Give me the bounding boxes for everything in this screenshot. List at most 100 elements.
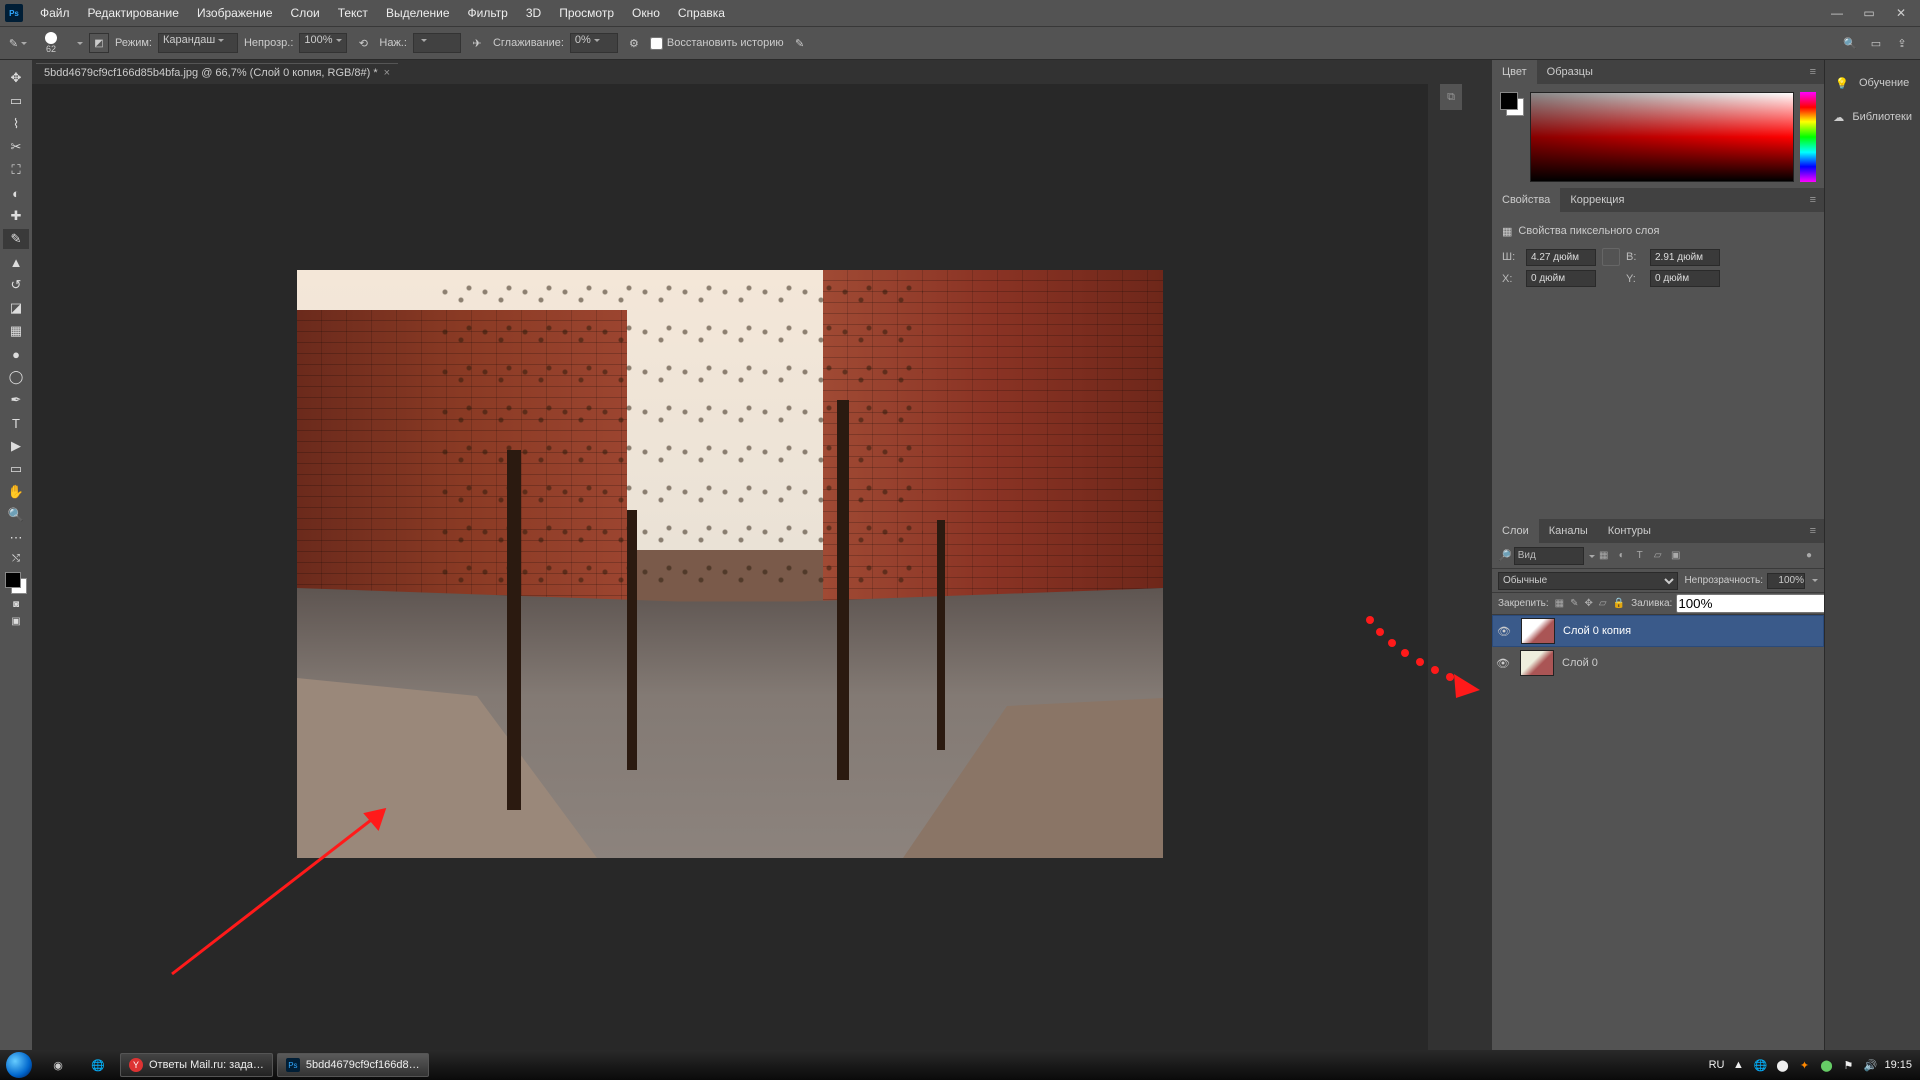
tab-paths[interactable]: Контуры	[1598, 519, 1661, 543]
tab-layers[interactable]: Слои	[1492, 519, 1539, 543]
filter-smart-icon[interactable]: ▣	[1667, 547, 1685, 565]
layer-thumbnail[interactable]	[1521, 618, 1555, 644]
share-icon[interactable]: ⇪	[1892, 33, 1912, 53]
prop-h-field[interactable]: 2.91 дюйм	[1650, 249, 1720, 266]
pressure-opacity-icon[interactable]: ⟲	[353, 33, 373, 53]
menu-image[interactable]: Изображение	[188, 6, 282, 20]
color-field[interactable]	[1530, 92, 1794, 182]
search-icon[interactable]: 🔍	[1840, 33, 1860, 53]
smoothing-select[interactable]: 0%	[570, 33, 618, 53]
lasso-tool[interactable]: ⌇	[3, 114, 29, 134]
tray-lang[interactable]: RU	[1709, 1059, 1725, 1071]
workspace-icon[interactable]: ▭	[1866, 33, 1886, 53]
filter-pixel-icon[interactable]: ▦	[1595, 547, 1613, 565]
quickmask-icon[interactable]: ◙	[7, 597, 25, 611]
menu-window[interactable]: Окно	[623, 6, 669, 20]
menu-3d[interactable]: 3D	[517, 6, 550, 20]
marquee-tool[interactable]: ▭	[3, 91, 29, 111]
history-brush-tool[interactable]: ↺	[3, 275, 29, 295]
taskbar-task-photoshop[interactable]: Ps 5bdd4679cf9cf166d8…	[277, 1053, 429, 1077]
swap-colors-icon[interactable]: ⤭	[7, 551, 25, 565]
document-tab[interactable]: 5bdd4679cf9cf166d85b4bfa.jpg @ 66,7% (Сл…	[36, 63, 398, 82]
stamp-tool[interactable]: ▲	[3, 252, 29, 272]
blur-tool[interactable]: ●	[3, 344, 29, 364]
menu-view[interactable]: Просмотр	[550, 6, 623, 20]
quick-select-tool[interactable]: ✂	[3, 137, 29, 157]
taskbar-pin-2[interactable]: 🌐	[78, 1052, 118, 1078]
history-dock-icon[interactable]: ⧉	[1440, 84, 1462, 110]
airbrush-icon[interactable]: ✈	[467, 33, 487, 53]
edit-toolbar[interactable]: ⋯	[3, 528, 29, 548]
properties-panel-menu[interactable]: ≡	[1802, 194, 1824, 206]
minimize-button[interactable]: —	[1823, 6, 1851, 20]
pressure-size-icon[interactable]: ✎	[790, 33, 810, 53]
opacity-select[interactable]: 100%	[299, 33, 347, 53]
learn-panel-button[interactable]: 💡 Обучение	[1825, 66, 1920, 100]
lock-all-icon[interactable]: 🔒	[1613, 596, 1625, 612]
color-panel-swatch[interactable]	[1500, 92, 1524, 116]
menu-file[interactable]: Файл	[31, 6, 79, 20]
tab-properties[interactable]: Свойства	[1492, 188, 1560, 212]
smoothing-options-icon[interactable]: ⚙	[624, 33, 644, 53]
layer-name[interactable]: Слой 0	[1562, 657, 1598, 669]
tray-clock[interactable]: 19:15	[1884, 1059, 1912, 1071]
brush-panel-toggle[interactable]: ◩	[89, 33, 109, 53]
filter-toggle[interactable]: ●	[1800, 547, 1818, 565]
brush-tool[interactable]: ✎	[3, 229, 29, 249]
taskbar-task-browser[interactable]: Y Ответы Mail.ru: зада…	[120, 1053, 273, 1077]
tray-network-icon[interactable]: 🌐	[1752, 1057, 1768, 1073]
tray-app1-icon[interactable]: ⬤	[1774, 1057, 1790, 1073]
layer-item[interactable]: 👁 Слой 0	[1492, 647, 1824, 679]
tray-action-center-icon[interactable]: ⚑	[1840, 1057, 1856, 1073]
zoom-tool[interactable]: 🔍	[3, 505, 29, 525]
layer-thumbnail[interactable]	[1520, 650, 1554, 676]
healing-tool[interactable]: ✚	[3, 206, 29, 226]
link-wh-icon[interactable]	[1602, 248, 1620, 266]
crop-tool[interactable]: ⛶	[3, 160, 29, 180]
lock-pixels-icon[interactable]: ▦	[1555, 596, 1564, 612]
canvas-area[interactable]	[32, 84, 1428, 1050]
tray-show-hidden-icon[interactable]: ▲	[1730, 1057, 1746, 1073]
menu-type[interactable]: Текст	[329, 6, 377, 20]
color-swatch[interactable]	[5, 572, 27, 594]
filter-type-icon[interactable]: T	[1631, 547, 1649, 565]
document-tab-close[interactable]: ×	[384, 67, 390, 79]
eyedropper-tool[interactable]: ◐	[3, 183, 29, 203]
tab-swatches[interactable]: Образцы	[1537, 60, 1603, 84]
type-tool[interactable]: T	[3, 413, 29, 433]
filter-shape-icon[interactable]: ▱	[1649, 547, 1667, 565]
flow-select[interactable]	[413, 33, 461, 53]
screenmode-icon[interactable]: ▣	[7, 614, 25, 628]
history-checkbox[interactable]: Восстановить историю	[650, 37, 784, 50]
tab-channels[interactable]: Каналы	[1539, 519, 1598, 543]
layer-opacity-field[interactable]	[1767, 573, 1805, 589]
blend-mode-select[interactable]: Обычные	[1498, 572, 1678, 590]
filter-adjust-icon[interactable]: ◐	[1613, 547, 1631, 565]
foreground-color[interactable]	[5, 572, 21, 588]
hue-strip[interactable]	[1800, 92, 1816, 182]
tab-color[interactable]: Цвет	[1492, 60, 1537, 84]
layer-name[interactable]: Слой 0 копия	[1563, 625, 1631, 637]
brush-dropdown[interactable]	[74, 37, 83, 49]
path-select-tool[interactable]: ▶	[3, 436, 29, 456]
tray-app3-icon[interactable]: ⬤	[1818, 1057, 1834, 1073]
lock-move-icon[interactable]: ✥	[1585, 596, 1593, 612]
layer-item-selected[interactable]: 👁 Слой 0 копия	[1492, 615, 1824, 647]
layer-visibility-icon[interactable]: 👁	[1497, 625, 1513, 638]
layers-filter-kind[interactable]	[1514, 547, 1584, 565]
taskbar-pin-1[interactable]: ◉	[38, 1052, 78, 1078]
start-button[interactable]	[0, 1050, 38, 1080]
lock-position-icon[interactable]: ✎	[1570, 596, 1578, 612]
tray-app2-icon[interactable]: ✦	[1796, 1057, 1812, 1073]
gradient-tool[interactable]: ▦	[3, 321, 29, 341]
tool-preset-picker[interactable]: ✎	[8, 33, 28, 53]
shape-tool[interactable]: ▭	[3, 459, 29, 479]
menu-help[interactable]: Справка	[669, 6, 734, 20]
mode-select[interactable]: Карандаш	[158, 33, 238, 53]
brush-preview[interactable]: 62	[34, 29, 68, 57]
menu-edit[interactable]: Редактирование	[79, 6, 188, 20]
prop-y-field[interactable]: 0 дюйм	[1650, 270, 1720, 287]
history-check[interactable]	[650, 37, 663, 50]
hand-tool[interactable]: ✋	[3, 482, 29, 502]
pen-tool[interactable]: ✒	[3, 390, 29, 410]
